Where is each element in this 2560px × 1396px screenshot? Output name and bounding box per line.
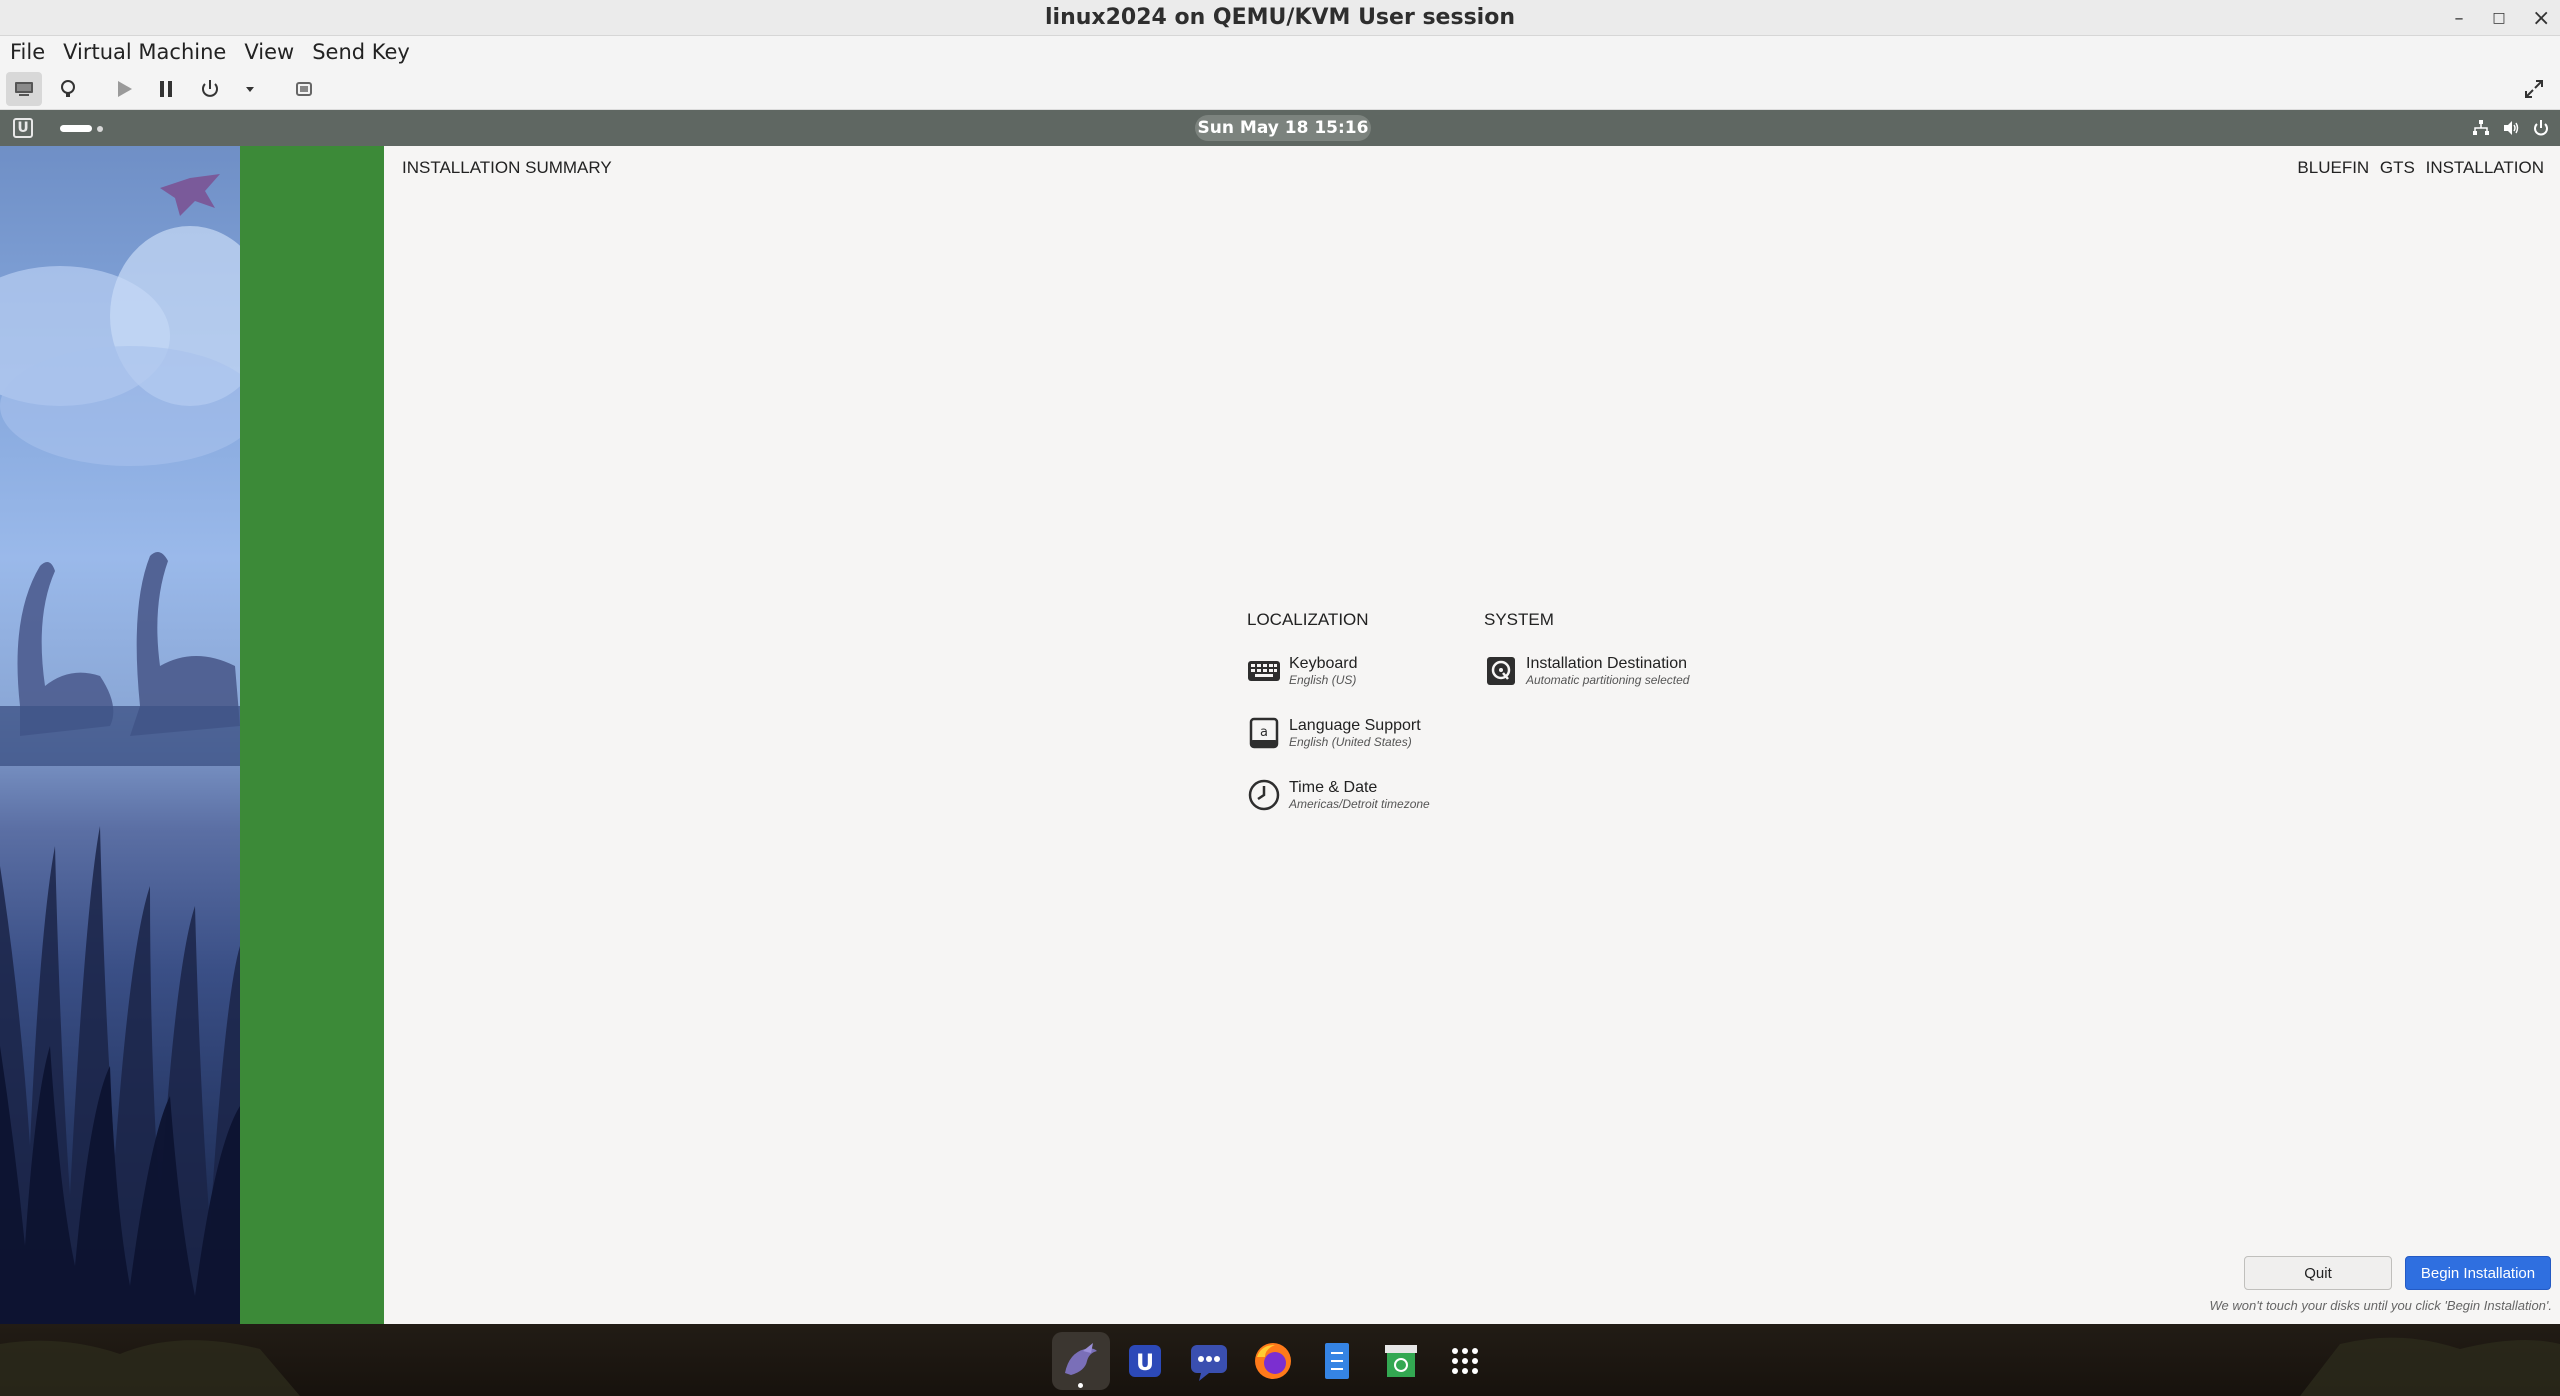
software-store-icon	[1385, 1345, 1417, 1377]
svg-text:U: U	[1136, 1351, 1154, 1376]
spoke-name: Keyboard	[1289, 655, 1358, 672]
pause-button[interactable]	[148, 72, 184, 106]
spoke-language-support[interactable]: a Language Support English (United State…	[1247, 716, 1430, 750]
snapshots-icon	[296, 82, 312, 96]
category-title: LOCALIZATION	[1247, 610, 1369, 629]
guest-dock-bar: U	[0, 1324, 2560, 1396]
power-menu-chevron-icon	[246, 87, 254, 92]
dock-app-grid[interactable]	[1436, 1332, 1494, 1390]
installer-sidebar	[240, 146, 384, 1324]
volume-icon	[2504, 121, 2519, 135]
power-menu-button[interactable]	[232, 72, 268, 106]
power-icon	[202, 80, 218, 97]
spoke-installation-destination[interactable]: Installation Destination Automatic parti…	[1484, 654, 1689, 688]
installation-summary-hub: INSTALLATION SUMMARY BLUEFIN GTS INSTALL…	[384, 146, 2560, 1324]
activities-logo-icon[interactable]: U	[13, 118, 33, 138]
close-button[interactable]: ×	[2532, 6, 2550, 31]
desktop-wallpaper	[0, 146, 240, 1324]
spoke-status: Americas/Detroit timezone	[1289, 797, 1430, 811]
display-console-icon	[15, 82, 33, 96]
power-button[interactable]	[192, 72, 228, 106]
guest-top-bar: U Sun May 18 15:16	[0, 110, 2560, 146]
spoke-keyboard[interactable]: Keyboard English (US)	[1247, 654, 1430, 688]
snapshots-button[interactable]	[286, 72, 322, 106]
product-title: BLUEFIN GTS INSTALLATION	[2297, 158, 2544, 177]
details-lightbulb-icon	[61, 80, 75, 97]
dock-app-chat[interactable]	[1180, 1332, 1238, 1390]
dock-app-firefox[interactable]	[1244, 1332, 1302, 1390]
maximize-button[interactable]: □	[2492, 10, 2506, 26]
category-localization: LOCALIZATION Keyboard English (US) a Lan…	[1247, 610, 1430, 840]
dock-app-software[interactable]	[1372, 1332, 1430, 1390]
spoke-name: Installation Destination	[1526, 655, 1687, 672]
begin-installation-button[interactable]: Begin Installation	[2405, 1256, 2551, 1290]
page-title: INSTALLATION SUMMARY	[402, 158, 612, 177]
workspace-active-dot	[60, 125, 92, 132]
dock-app-files[interactable]	[1308, 1332, 1366, 1390]
dock-app-ublue[interactable]: U	[1116, 1332, 1174, 1390]
menu-virtual-machine[interactable]: Virtual Machine	[61, 40, 228, 64]
minimize-button[interactable]: –	[2452, 8, 2466, 29]
fullscreen-icon	[2525, 80, 2543, 98]
wallpaper-illustration	[0, 174, 240, 1324]
network-icon	[2473, 120, 2489, 135]
category-system: SYSTEM Installation Destination Automati…	[1484, 610, 1689, 716]
spoke-status: English (United States)	[1289, 735, 1412, 749]
footer-note: We won't touch your disks until you clic…	[2209, 1298, 2552, 1313]
keyboard-icon	[1247, 654, 1281, 688]
app-grid-icon	[1452, 1348, 1478, 1374]
spoke-name: Time & Date	[1289, 779, 1378, 796]
system-status-area[interactable]	[2472, 116, 2550, 140]
window-title: linux2024 on QEMU/KVM User session	[1045, 5, 1515, 30]
quit-button[interactable]: Quit	[2244, 1256, 2392, 1290]
language-icon: a	[1247, 716, 1281, 750]
svg-text:a: a	[1260, 725, 1268, 740]
menubar: File Virtual Machine View Send Key	[0, 36, 2560, 68]
window-titlebar: linux2024 on QEMU/KVM User session – □ ×	[0, 0, 2560, 36]
workspace-indicator[interactable]	[60, 125, 103, 132]
details-button[interactable]	[50, 72, 86, 106]
dock: U	[1052, 1332, 1494, 1390]
firefox-icon	[1255, 1343, 1291, 1379]
clock-icon	[1247, 778, 1281, 812]
clock[interactable]: Sun May 18 15:16	[1195, 115, 1371, 141]
ublue-icon: U	[1129, 1345, 1161, 1377]
dock-app-installer[interactable]	[1052, 1332, 1110, 1390]
workspace-dot	[97, 125, 103, 132]
menu-send-key[interactable]: Send Key	[310, 40, 412, 64]
spoke-status: English (US)	[1289, 673, 1357, 687]
disk-icon	[1484, 654, 1518, 688]
bluefin-installer-icon	[1065, 1343, 1097, 1375]
fullscreen-button[interactable]	[2516, 72, 2552, 106]
category-title: SYSTEM	[1484, 610, 1554, 629]
spoke-name: Language Support	[1289, 717, 1421, 734]
files-icon	[1325, 1343, 1349, 1379]
menu-view[interactable]: View	[242, 40, 296, 64]
power-menu-icon	[2534, 120, 2548, 136]
spoke-time-date[interactable]: Time & Date Americas/Detroit timezone	[1247, 778, 1430, 812]
chat-icon	[1191, 1345, 1227, 1381]
pause-icon	[160, 81, 172, 97]
menu-file[interactable]: File	[8, 40, 47, 64]
run-button[interactable]	[106, 72, 142, 106]
run-icon	[118, 81, 132, 97]
vm-toolbar	[0, 68, 2560, 110]
display-console-button[interactable]	[6, 72, 42, 106]
window-controls: – □ ×	[2452, 0, 2551, 36]
spoke-status: Automatic partitioning selected	[1526, 673, 1690, 687]
